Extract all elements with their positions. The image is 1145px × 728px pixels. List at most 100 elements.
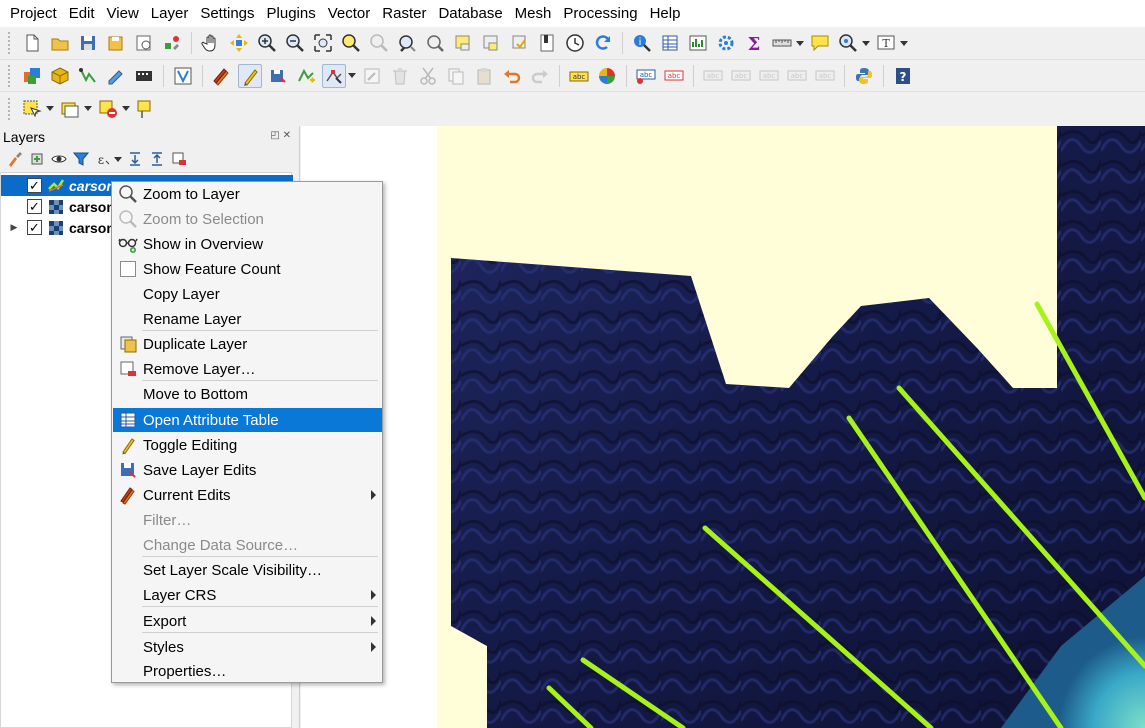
menu-rename-layer[interactable]: Rename Layer: [113, 307, 382, 331]
filter-expression-dropdown-chevron-icon[interactable]: [114, 147, 122, 171]
new-project-icon[interactable]: [20, 31, 44, 55]
menu-settings[interactable]: Settings: [194, 0, 260, 27]
new-bookmark-icon[interactable]: [507, 31, 531, 55]
locator-search-icon[interactable]: [836, 31, 860, 55]
menu-move-to-bottom[interactable]: Move to Bottom: [113, 382, 382, 406]
expand-all-icon[interactable]: [125, 149, 145, 169]
panel-float-close-icon[interactable]: ◰ ✕: [270, 130, 291, 141]
label-properties-icon[interactable]: abc: [813, 64, 837, 88]
menu-properties[interactable]: Properties…: [113, 659, 382, 683]
add-feature-icon[interactable]: [294, 64, 318, 88]
show-hide-labels-icon[interactable]: abc: [701, 64, 725, 88]
new-virtual-layer-icon[interactable]: [132, 64, 156, 88]
zoom-in-icon[interactable]: [255, 31, 279, 55]
map-tips-icon[interactable]: [808, 31, 832, 55]
attribute-table-icon[interactable]: [658, 31, 682, 55]
change-label-icon[interactable]: abc: [785, 64, 809, 88]
menu-save-layer-edits[interactable]: Save Layer Edits: [113, 458, 382, 482]
menu-project[interactable]: Project: [4, 0, 63, 27]
menu-processing[interactable]: Processing: [557, 0, 643, 27]
layer-visibility-checkbox[interactable]: ✓: [27, 220, 42, 235]
menu-raster[interactable]: Raster: [376, 0, 432, 27]
copy-features-icon[interactable]: [444, 64, 468, 88]
text-annotation-icon[interactable]: T: [874, 31, 898, 55]
temporal-clock-icon[interactable]: [563, 31, 587, 55]
layer-visibility-checkbox[interactable]: ✓: [27, 199, 42, 214]
move-label-icon[interactable]: abc: [729, 64, 753, 88]
settings-gear-icon[interactable]: [714, 31, 738, 55]
label-tool-icon[interactable]: abc: [567, 64, 591, 88]
zoom-out-icon[interactable]: [283, 31, 307, 55]
digitize-vector-icon[interactable]: [171, 64, 195, 88]
menu-current-edits[interactable]: Current Edits: [113, 483, 382, 507]
sum-sigma-icon[interactable]: Σ: [742, 31, 766, 55]
menu-set-layer-scale-visibility[interactable]: Set Layer Scale Visibility…: [113, 558, 382, 582]
select-by-value-icon[interactable]: [58, 97, 82, 121]
redo-icon[interactable]: [528, 64, 552, 88]
menu-export[interactable]: Export: [113, 609, 382, 633]
menu-vector[interactable]: Vector: [322, 0, 377, 27]
diagram-options-icon[interactable]: [595, 64, 619, 88]
remove-layer-icon[interactable]: [169, 149, 189, 169]
deselect-dropdown-chevron-icon[interactable]: [122, 97, 130, 121]
menu-layer[interactable]: Layer: [145, 0, 195, 27]
refresh-icon[interactable]: [591, 31, 615, 55]
menu-mesh[interactable]: Mesh: [509, 0, 558, 27]
expand-chevron-icon[interactable]: ▶: [7, 217, 21, 238]
save-project-icon[interactable]: [76, 31, 100, 55]
identify-features-icon[interactable]: i: [630, 31, 654, 55]
toggle-editing-pencil-icon[interactable]: [238, 63, 262, 88]
filter-legend-icon[interactable]: [71, 149, 91, 169]
zoom-full-icon[interactable]: [311, 31, 335, 55]
open-project-icon[interactable]: [48, 31, 72, 55]
menu-help[interactable]: Help: [644, 0, 687, 27]
new-map-view-icon[interactable]: [451, 31, 475, 55]
python-console-icon[interactable]: [852, 64, 876, 88]
vertex-tool-icon[interactable]: [322, 63, 346, 88]
pin-labels-icon[interactable]: abc: [662, 64, 686, 88]
pan-to-selection-icon[interactable]: [227, 31, 251, 55]
save-as-icon[interactable]: [104, 31, 128, 55]
new-temp-layer-icon[interactable]: [104, 64, 128, 88]
toolbar-grip[interactable]: [8, 97, 12, 120]
open-layer-styling-icon[interactable]: [5, 149, 25, 169]
menu-database[interactable]: Database: [432, 0, 508, 27]
save-edits-icon[interactable]: [266, 64, 290, 88]
menu-zoom-to-layer[interactable]: Zoom to Layer: [113, 182, 382, 206]
menu-copy-layer[interactable]: Copy Layer: [113, 282, 382, 306]
menu-plugins[interactable]: Plugins: [261, 0, 322, 27]
highlight-pinned-labels-icon[interactable]: abc: [634, 64, 658, 88]
menu-edit[interactable]: Edit: [63, 0, 101, 27]
zoom-native-icon[interactable]: [395, 31, 419, 55]
menu-styles[interactable]: Styles: [113, 635, 382, 659]
add-group-icon[interactable]: [27, 149, 47, 169]
delete-selected-icon[interactable]: [388, 64, 412, 88]
pan-hand-icon[interactable]: [199, 31, 223, 55]
zoom-selection-icon[interactable]: [339, 31, 363, 55]
statistics-icon[interactable]: [686, 31, 710, 55]
annotation-dropdown-chevron-icon[interactable]: [900, 31, 908, 55]
rotate-label-icon[interactable]: abc: [757, 64, 781, 88]
filter-expression-icon[interactable]: ε: [93, 149, 113, 169]
deselect-features-icon[interactable]: [96, 97, 120, 121]
menu-show-feature-count[interactable]: Show Feature Count: [113, 257, 382, 281]
new-3d-view-icon[interactable]: [479, 31, 503, 55]
zoom-last-icon[interactable]: [423, 31, 447, 55]
collapse-all-icon[interactable]: [147, 149, 167, 169]
manage-visibility-eye-icon[interactable]: [49, 149, 69, 169]
toolbar-grip[interactable]: [8, 64, 12, 87]
select-by-value-dropdown-chevron-icon[interactable]: [84, 97, 92, 121]
zoom-layer-icon[interactable]: [367, 31, 391, 55]
print-layout-icon[interactable]: [132, 31, 156, 55]
new-geopackage-icon[interactable]: [48, 64, 72, 88]
menu-duplicate-layer[interactable]: Duplicate Layer: [113, 332, 382, 356]
menu-remove-layer[interactable]: Remove Layer…: [113, 357, 382, 381]
checkbox-icon[interactable]: [117, 258, 139, 280]
locator-dropdown-chevron-icon[interactable]: [862, 31, 870, 55]
help-icon[interactable]: ?: [891, 64, 915, 88]
layer-visibility-checkbox[interactable]: ✓: [27, 178, 42, 193]
menu-layer-crs[interactable]: Layer CRS: [113, 583, 382, 607]
measure-dropdown-chevron-icon[interactable]: [796, 31, 804, 55]
toolbar-grip[interactable]: [8, 32, 12, 54]
select-dropdown-chevron-icon[interactable]: [46, 97, 54, 121]
